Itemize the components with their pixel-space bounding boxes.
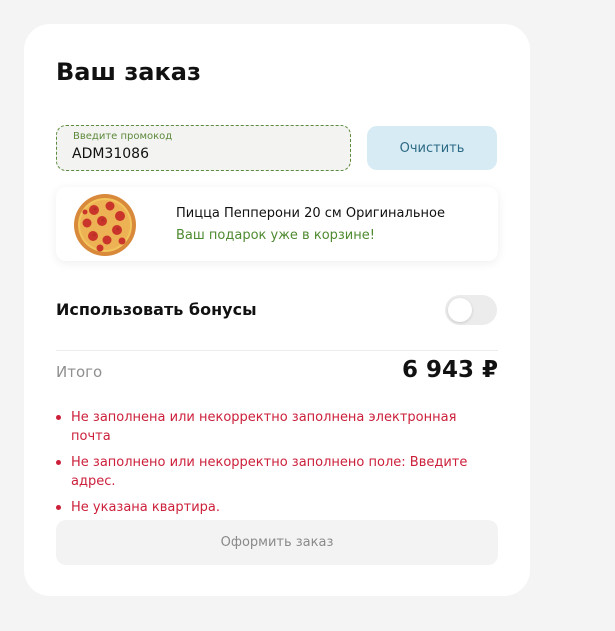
divider: [56, 350, 498, 351]
promo-code-label: Введите промокод: [73, 131, 173, 142]
place-order-button[interactable]: Оформить заказ: [56, 520, 498, 565]
error-message-email: Не заполнена или некорректно заполнена э…: [56, 408, 498, 446]
gift-item: Пицца Пепперони 20 см Оригинальное Ваш п…: [56, 187, 498, 261]
toggle-knob: [448, 298, 472, 322]
validation-errors: Не заполнена или некорректно заполнена э…: [56, 408, 498, 524]
use-bonuses-toggle[interactable]: [445, 295, 497, 325]
total-label: Итого: [56, 363, 103, 381]
promo-code-field[interactable]: Введите промокод: [56, 125, 351, 171]
error-message-address: Не заполнено или некорректно заполнено п…: [56, 453, 498, 491]
use-bonuses-label: Использовать бонусы: [56, 300, 257, 319]
clear-promo-button[interactable]: Очистить: [367, 126, 497, 170]
error-message-apartment: Не указана квартира.: [56, 498, 498, 517]
pepperoni-pizza-icon: [74, 194, 136, 256]
total-value: 6 943 ₽: [401, 357, 498, 383]
page-title: Ваш заказ: [56, 58, 201, 86]
promo-code-input[interactable]: [72, 146, 332, 162]
gift-product-name: Пицца Пепперони 20 см Оригинальное: [176, 206, 445, 221]
gift-status-note: Ваш подарок уже в корзине!: [176, 228, 375, 243]
order-card: Ваш заказ Введите промокод Очистить: [24, 24, 530, 596]
